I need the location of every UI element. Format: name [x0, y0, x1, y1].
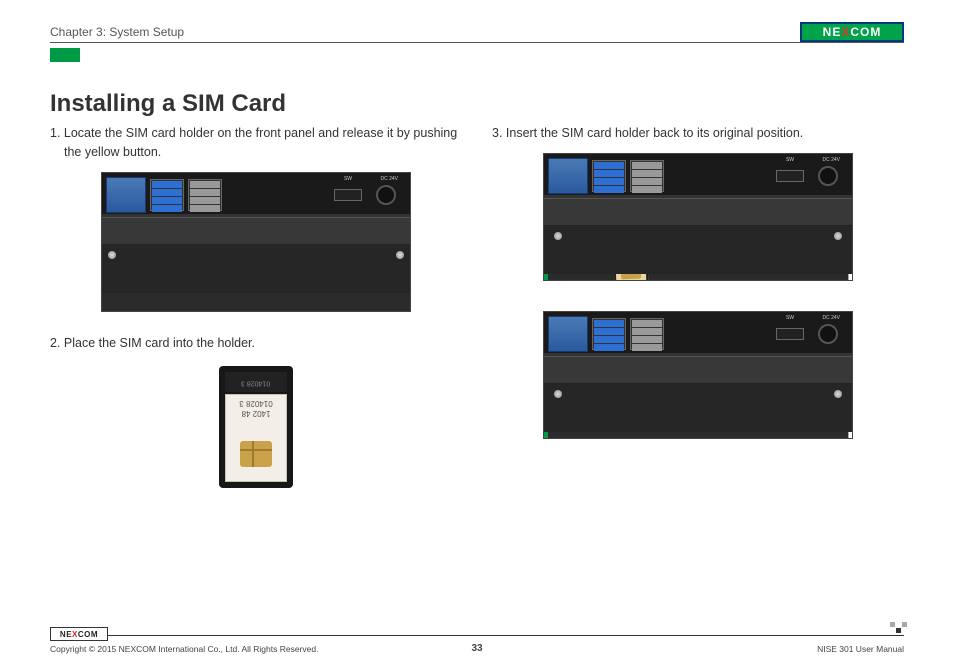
usb-stack-silver-icon: [630, 160, 664, 192]
usb-stack-blue-icon: [150, 179, 184, 211]
sim-chip-icon: [240, 441, 272, 467]
logo-post: COM: [850, 25, 881, 39]
panel-top-row: SW DC 24V: [544, 154, 852, 198]
usb-stack-silver-icon: [188, 179, 222, 211]
sim-card-icon: 1402 48 014028 3: [225, 394, 287, 482]
ethernet-port-icon: [548, 158, 588, 194]
page-footer: NEXCOM Copyright © 2015 NEXCOM Internati…: [50, 627, 904, 654]
sw-switch-icon: [776, 328, 804, 340]
panel-mid-row: 1402 48 CFast: [544, 198, 852, 226]
screw-icon: [396, 251, 404, 259]
usb-stack-blue-icon: [592, 318, 626, 350]
step-3-text: 3. Insert the SIM card holder back to it…: [492, 124, 904, 143]
dc-jack-icon: [818, 324, 838, 344]
sw-port-label: SW: [786, 315, 794, 323]
page-number: 33: [471, 643, 482, 654]
content-area: Installing a SIM Card 1. Locate the SIM …: [50, 90, 904, 617]
sim-card-text-line2: 014028 3: [239, 400, 272, 409]
footer-left-block: NEXCOM Copyright © 2015 NEXCOM Internati…: [50, 627, 318, 654]
sim-card-text: 1402 48 014028 3: [226, 399, 286, 418]
dc-port-label: DC 24V: [380, 176, 398, 184]
device-panel-photo-3: SW DC 24V CFast SIM: [543, 311, 853, 439]
header-rule: [50, 42, 904, 43]
screw-icon: [108, 251, 116, 259]
panel-mid-row: CFast SIM: [544, 356, 852, 384]
two-column-layout: 1. Locate the SIM card holder on the fro…: [50, 124, 904, 488]
dc-port-label: DC 24V: [822, 157, 840, 165]
panel-top-row: SW DC 24V: [102, 173, 410, 217]
sw-port-label: SW: [786, 157, 794, 165]
footer-logo-pre: NE: [60, 630, 72, 639]
panel-bottom-row: [544, 226, 852, 274]
page: Chapter 3: System Setup NEXCOM Installin…: [0, 0, 954, 672]
brand-logo-text: NEXCOM: [823, 25, 882, 39]
screw-icon: [554, 390, 562, 398]
left-column: 1. Locate the SIM card holder on the fro…: [50, 124, 462, 488]
page-title: Installing a SIM Card: [50, 90, 904, 118]
logo-pre: NE: [823, 25, 842, 39]
dc-jack-icon: [818, 166, 838, 186]
figure-step1: SW DC 24V CFast: [50, 172, 462, 312]
panel-mid-row: CFast: [102, 217, 410, 245]
screw-icon: [554, 232, 562, 240]
figure-step2: 014028 3 1402 48 014028 3: [50, 366, 462, 488]
brand-logo: NEXCOM: [800, 22, 904, 42]
footer-logo: NEXCOM: [50, 627, 108, 641]
footer-logo-post: COM: [78, 630, 98, 639]
sim-holder-top-edge: 014028 3: [225, 372, 287, 392]
dc-port-label: DC 24V: [822, 315, 840, 323]
usb-stack-silver-icon: [630, 318, 664, 350]
ethernet-port-icon: [548, 316, 588, 352]
usb-stack-blue-icon: [592, 160, 626, 192]
device-panel-photo-2: SW DC 24V 1402 48 CFast: [543, 153, 853, 281]
page-header: Chapter 3: System Setup NEXCOM: [50, 22, 904, 42]
panel-bottom-row: [102, 245, 410, 293]
step-2-text: 2. Place the SIM card into the holder.: [50, 334, 462, 353]
sw-port-label: SW: [344, 176, 352, 184]
doc-title-footer: NISE 301 User Manual: [817, 644, 904, 654]
right-column: 3. Insert the SIM card holder back to it…: [492, 124, 904, 488]
sim-card-text-line1: 1402 48: [242, 409, 271, 418]
step-1-text: 1. Locate the SIM card holder on the fro…: [50, 124, 462, 162]
sw-switch-icon: [776, 170, 804, 182]
sim-holder-text-2: 014028 3: [241, 377, 270, 388]
figure-step3a: SW DC 24V 1402 48 CFast: [492, 153, 904, 281]
dc-jack-icon: [376, 185, 396, 205]
sim-holder-photo: 014028 3 1402 48 014028 3: [219, 366, 293, 488]
copyright-text: Copyright © 2015 NEXCOM International Co…: [50, 644, 318, 654]
green-tab-marker: [50, 48, 80, 62]
panel-bottom-row: [544, 384, 852, 432]
logo-x: X: [841, 25, 850, 39]
screw-icon: [834, 390, 842, 398]
chapter-label: Chapter 3: System Setup: [50, 25, 184, 39]
screw-icon: [834, 232, 842, 240]
panel-top-row: SW DC 24V: [544, 312, 852, 356]
ethernet-port-icon: [106, 177, 146, 213]
figure-step3b: SW DC 24V CFast SIM: [492, 311, 904, 439]
sw-switch-icon: [334, 189, 362, 201]
device-panel-photo-1: SW DC 24V CFast: [101, 172, 411, 312]
